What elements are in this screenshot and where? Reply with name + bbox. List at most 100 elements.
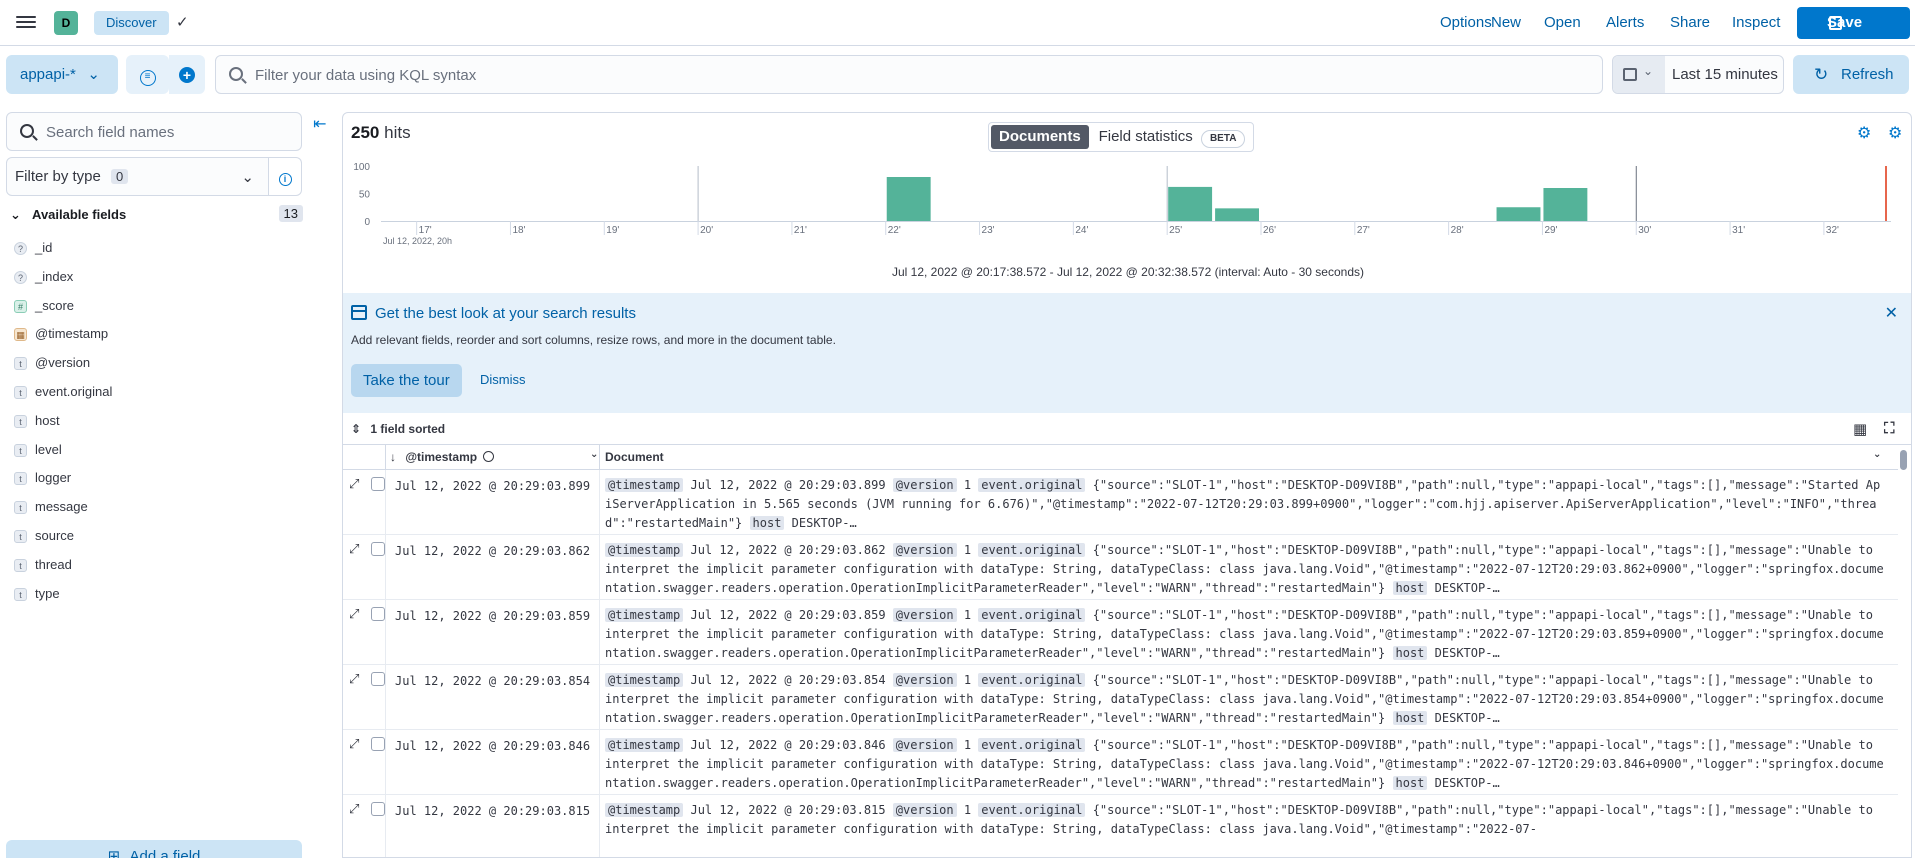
field-item[interactable]: t event.original — [14, 382, 304, 411]
field-search-input[interactable]: Search field names — [6, 112, 302, 151]
time-range-text: Jul 12, 2022 @ 20:17:38.572 - Jul 12, 20… — [891, 265, 1364, 279]
scrollbar[interactable] — [1900, 450, 1907, 470]
row-document: @timestamp Jul 12, 2022 @ 20:29:03.862 @… — [605, 541, 1885, 596]
filter-count-badge: 0 — [111, 169, 129, 184]
date-picker[interactable]: ⌄ Last 15 minutes — [1612, 55, 1784, 94]
filter-icon: ≡ — [139, 70, 156, 86]
density-icon[interactable]: ▦ — [1853, 420, 1867, 438]
field-item[interactable]: t source — [14, 526, 304, 555]
chevron-down-icon: ⌄ — [241, 169, 254, 186]
field-item[interactable]: ? _id — [14, 238, 304, 267]
dismiss-button[interactable]: Dismiss — [480, 372, 526, 387]
x-tick-label: 31' — [1732, 225, 1745, 236]
field-item[interactable]: # _score — [14, 296, 304, 325]
chevron-down-icon[interactable]: ⌄ — [590, 449, 598, 460]
column-divider — [385, 665, 386, 730]
sort-button[interactable]: ⇕ 1 field sorted — [351, 422, 445, 436]
breadcrumb-discover[interactable]: Discover — [94, 11, 169, 35]
space-avatar[interactable]: D — [54, 11, 78, 35]
field-type-icon: t — [14, 501, 27, 515]
x-tick-label: 29' — [1544, 225, 1557, 236]
tour-callout: Get the best look at your search results… — [343, 293, 1911, 413]
row-checkbox[interactable] — [371, 542, 385, 556]
add-field-button[interactable]: ⊞ Add a field — [6, 840, 302, 858]
time-range-label[interactable]: Last 15 minutes — [1672, 66, 1778, 83]
row-checkbox[interactable] — [371, 672, 385, 686]
inspect-link[interactable]: Inspect — [1732, 14, 1780, 31]
x-tick-label: 32' — [1826, 225, 1839, 236]
field-item[interactable]: t type — [14, 584, 304, 613]
filter-menu-button[interactable]: ≡ — [126, 55, 169, 94]
filter-by-type-button[interactable]: Filter by type 0 ⌄ — [6, 157, 269, 196]
row-checkbox[interactable] — [371, 607, 385, 621]
tab-documents[interactable]: Documents — [991, 125, 1089, 149]
close-icon[interactable]: ✕ — [1885, 303, 1898, 323]
row-checkbox[interactable] — [371, 477, 385, 491]
options-link[interactable]: Options — [1440, 14, 1492, 31]
field-item[interactable]: t host — [14, 411, 304, 440]
x-tick-label: 25' — [1169, 225, 1182, 236]
x-tick-label: 23' — [982, 225, 995, 236]
field-value: DESKTOP-… — [1434, 711, 1500, 725]
fullscreen-icon[interactable]: ⛶ — [1884, 420, 1895, 437]
field-item[interactable]: t @version — [14, 353, 304, 382]
expand-icon[interactable]: ⤢ — [349, 477, 359, 492]
field-name: thread — [35, 556, 72, 572]
field-value: DESKTOP-… — [1434, 646, 1500, 660]
field-value: DESKTOP-… — [1434, 776, 1500, 790]
kql-search-input[interactable]: Filter your data using KQL syntax — [215, 55, 1603, 94]
filter-info-button[interactable]: i — [269, 157, 302, 196]
data-view-picker[interactable]: appapi-* ⌄ — [6, 55, 118, 94]
field-item[interactable]: t level — [14, 440, 304, 469]
column-divider — [385, 535, 386, 600]
y-tick-label: 50 — [359, 190, 371, 201]
row-timestamp: Jul 12, 2022 @ 20:29:03.846 — [395, 739, 591, 753]
row-checkbox[interactable] — [371, 737, 385, 751]
row-checkbox[interactable] — [371, 802, 385, 816]
chart-options-icon[interactable]: ⚙ — [1857, 123, 1871, 143]
expand-icon[interactable]: ⤢ — [349, 802, 359, 817]
field-value: 1 — [963, 543, 972, 557]
field-name: _index — [35, 268, 74, 284]
column-header-document[interactable]: Document — [605, 450, 664, 464]
menu-icon[interactable] — [16, 13, 36, 31]
field-type-icon: ? — [14, 242, 27, 256]
refresh-button[interactable]: ↻ Refresh — [1793, 55, 1909, 94]
expand-icon[interactable]: ⤢ — [349, 607, 359, 622]
field-name: logger — [35, 470, 72, 486]
share-link[interactable]: Share — [1670, 14, 1710, 31]
field-item[interactable]: t message — [14, 497, 304, 526]
field-key: @timestamp — [605, 673, 684, 687]
field-item[interactable]: t thread — [14, 555, 304, 584]
collapse-sidebar-icon[interactable]: ⇤ — [313, 114, 326, 134]
new-link[interactable]: New — [1491, 14, 1521, 31]
add-filter-button[interactable]: + — [169, 55, 205, 94]
field-value: 1 — [963, 803, 972, 817]
expand-icon[interactable]: ⤢ — [349, 737, 359, 752]
field-item[interactable]: t logger — [14, 468, 304, 497]
save-button[interactable]: Save — [1797, 7, 1910, 39]
field-item[interactable]: ? _index — [14, 267, 304, 296]
expand-icon[interactable]: ⤢ — [349, 672, 359, 687]
open-link[interactable]: Open — [1544, 14, 1581, 31]
search-icon — [229, 67, 243, 81]
column-header-timestamp[interactable]: ↓ @timestamp — [390, 450, 495, 464]
field-type-icon: t — [14, 443, 27, 457]
chevron-down-icon: ⌄ — [87, 66, 100, 83]
column-divider — [385, 600, 386, 665]
chevron-down-icon[interactable]: ⌄ — [1873, 449, 1881, 460]
field-value: DESKTOP-… — [1434, 581, 1500, 595]
expand-icon[interactable]: ⤢ — [349, 542, 359, 557]
quick-menu-button[interactable]: ⌄ — [1613, 56, 1665, 93]
alerts-link[interactable]: Alerts — [1606, 14, 1644, 31]
tab-field-statistics[interactable]: Field statistics BETA — [1093, 125, 1252, 149]
field-value: 1 — [963, 478, 972, 492]
y-tick-label: 0 — [364, 217, 370, 228]
take-tour-button[interactable]: Take the tour — [351, 364, 462, 397]
field-name: level — [35, 441, 62, 457]
field-item[interactable]: ▦ @timestamp — [14, 324, 304, 353]
available-fields-header[interactable]: ⌄ Available fields 13 — [10, 205, 303, 223]
gear-icon[interactable]: ⚙ — [1888, 123, 1902, 143]
x-tick-label: 26' — [1263, 225, 1276, 236]
field-value: 1 — [963, 738, 972, 752]
